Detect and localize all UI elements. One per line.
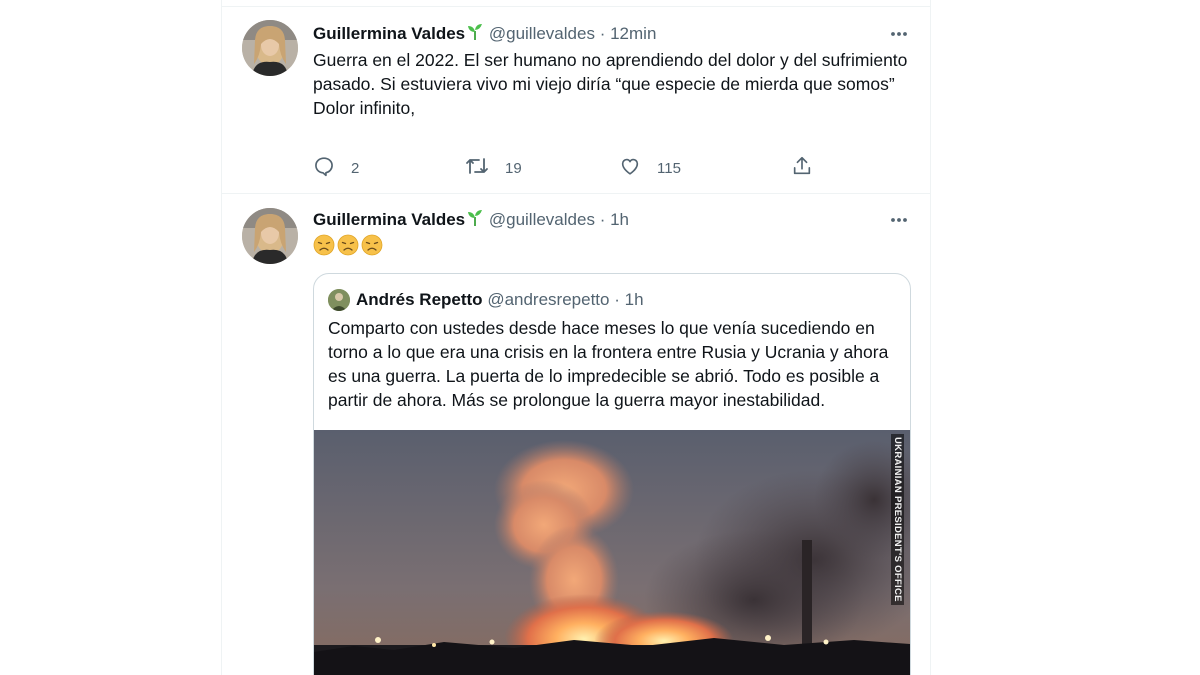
heart-icon: [619, 155, 657, 181]
share-icon: [791, 155, 829, 181]
emoji-row: [313, 234, 383, 260]
quoted-author-handle[interactable]: @andresrepetto: [487, 290, 609, 310]
author-name[interactable]: Guillermina Valdes: [313, 210, 465, 229]
timestamp[interactable]: 12min: [610, 24, 656, 43]
reply-count: 2: [351, 159, 360, 177]
more-icon[interactable]: [888, 209, 910, 231]
author-handle[interactable]: @guillevaldes: [489, 24, 595, 43]
reply-icon: [313, 155, 351, 181]
disappointed-emoji: [313, 234, 335, 260]
timeline-feed: Guillermina Valdes @guillevaldes · 12min…: [221, 0, 931, 675]
quoted-tweet-image[interactable]: UKRAINIAN PRESIDENT'S OFFICE: [314, 430, 910, 675]
reply-button[interactable]: 2: [313, 156, 359, 180]
tweet-header: Guillermina Valdes @guillevaldes · 1h: [313, 209, 910, 231]
more-icon[interactable]: [888, 23, 910, 45]
sprout-icon: [466, 209, 484, 233]
retweet-button[interactable]: 19: [465, 156, 522, 180]
quoted-tweet[interactable]: Andrés Repetto @andresrepetto · 1h Compa…: [313, 273, 911, 675]
explosion-photo: [314, 430, 910, 675]
disappointed-emoji: [337, 234, 359, 260]
sprout-icon: [466, 23, 484, 47]
separator: ·: [599, 24, 606, 43]
tweet-actions: 2 19 115: [313, 156, 820, 180]
timestamp[interactable]: 1h: [610, 210, 629, 229]
avatar[interactable]: [242, 208, 298, 264]
retweet-count: 19: [505, 159, 522, 177]
author-name[interactable]: Guillermina Valdes: [313, 24, 465, 43]
quoted-timestamp[interactable]: 1h: [625, 290, 644, 310]
quoted-avatar[interactable]: [328, 289, 350, 311]
tweet-text: Guerra en el 2022. El ser humano no apre…: [313, 50, 908, 118]
retweet-icon: [465, 155, 505, 181]
author-handle[interactable]: @guillevaldes: [489, 210, 595, 229]
quoted-tweet-text: Comparto con ustedes desde hace meses lo…: [328, 318, 889, 410]
separator: ·: [599, 210, 606, 229]
like-count: 115: [657, 159, 681, 177]
tweet-1[interactable]: Guillermina Valdes @guillevaldes · 12min…: [222, 6, 930, 193]
separator: ·: [614, 290, 620, 309]
share-button[interactable]: [791, 156, 829, 180]
disappointed-emoji: [361, 234, 383, 260]
like-button[interactable]: 115: [619, 156, 681, 180]
tweet-header: Guillermina Valdes @guillevaldes · 12min: [313, 23, 910, 45]
tweet-2[interactable]: Guillermina Valdes @guillevaldes · 1h An…: [222, 194, 930, 675]
image-watermark: UKRAINIAN PRESIDENT'S OFFICE: [891, 434, 904, 605]
quoted-author-name[interactable]: Andrés Repetto: [356, 290, 483, 310]
avatar[interactable]: [242, 20, 298, 76]
quoted-tweet-header: Andrés Repetto @andresrepetto · 1h: [328, 288, 644, 312]
